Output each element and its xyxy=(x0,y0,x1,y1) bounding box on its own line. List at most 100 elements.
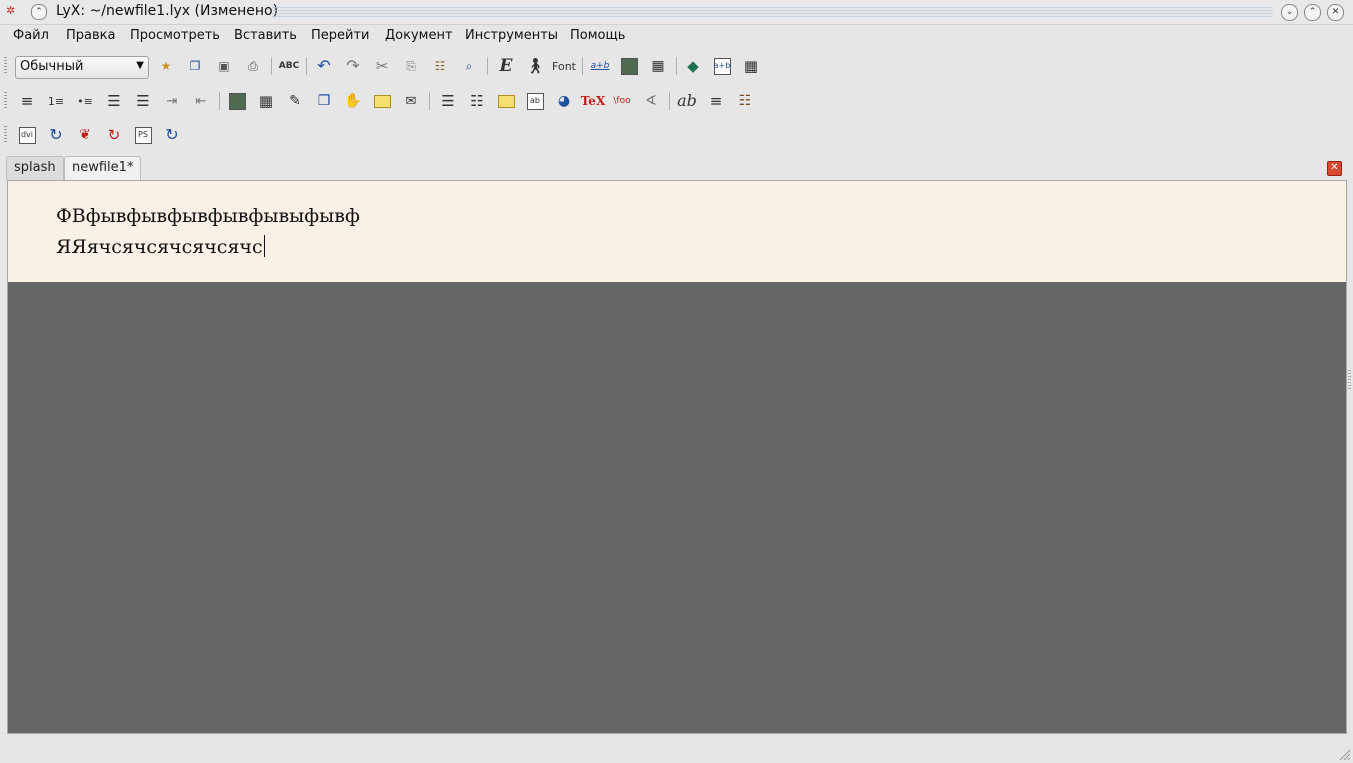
insert-macro-button[interactable]: \foo xyxy=(610,89,634,113)
align-justify-button[interactable]: ≡ xyxy=(15,89,39,113)
find-replace-button[interactable]: ⌕ xyxy=(457,54,481,78)
update-pdf-icon: ↻ xyxy=(107,125,121,144)
toolbar-grip[interactable] xyxy=(4,92,7,110)
pdf-icon: ❦ xyxy=(79,127,91,143)
table-panel-button[interactable]: ▦ xyxy=(739,54,763,78)
tab-splash[interactable]: splash xyxy=(6,156,64,180)
insert-marginal-button[interactable]: ❐ xyxy=(312,89,336,113)
insert-tex-button[interactable]: TeX xyxy=(581,89,606,113)
menu-navigate[interactable]: Перейти xyxy=(311,28,370,43)
view-toolbar: dvi ↻ ❦ ↻ PS ↻ xyxy=(0,120,1353,150)
resize-grip-icon[interactable] xyxy=(1338,748,1350,760)
minimize-button[interactable]: ⌄ xyxy=(1281,4,1298,21)
insert-label-button[interactable]: ✉ xyxy=(399,89,423,113)
pencil-icon: ✎ xyxy=(289,93,301,109)
box-icon: ab xyxy=(526,92,544,110)
new-document-button[interactable]: ★ xyxy=(154,54,178,78)
menu-edit[interactable]: Правка xyxy=(66,28,115,43)
document-tab-bar: splash newfile1* xyxy=(0,155,1353,180)
undo-button[interactable]: ↶ xyxy=(312,54,336,78)
font-ab-icon: ab xyxy=(677,91,697,110)
insert-index-button[interactable]: ☷ xyxy=(465,89,489,113)
update-pdf-button[interactable]: ↻ xyxy=(102,123,126,147)
update-dvi-button[interactable]: ↻ xyxy=(44,123,68,147)
insert-note-button[interactable] xyxy=(494,89,518,113)
insert-footnote-button[interactable]: ✎ xyxy=(283,89,307,113)
insert-table-button[interactable]: ▦ xyxy=(646,54,670,78)
spellcheck-button[interactable]: ABC xyxy=(277,54,301,78)
update-ps-button[interactable]: ↻ xyxy=(160,123,184,147)
numbered-list-button[interactable]: 1≡ xyxy=(44,89,68,113)
list-env-icon: ☰ xyxy=(136,91,150,110)
menu-view[interactable]: Просмотреть xyxy=(130,28,220,43)
book-open-icon: ❐ xyxy=(317,93,331,109)
toolbar-grip[interactable] xyxy=(4,126,7,144)
description-list-icon: ☰ xyxy=(107,91,121,110)
document-settings-button[interactable]: ☷ xyxy=(733,89,757,113)
graphics-icon xyxy=(620,57,638,75)
insert-table2-button[interactable]: ▦ xyxy=(254,89,278,113)
close-window-button[interactable]: ✕ xyxy=(1327,4,1344,21)
toc-button[interactable]: ◆ xyxy=(681,54,705,78)
toolbar-separator xyxy=(669,92,670,110)
insert-hyperlink-button[interactable]: ✋ xyxy=(341,89,365,113)
toolbar-separator xyxy=(487,57,488,75)
insert-ert-button[interactable]: ◕ xyxy=(552,89,576,113)
paste-icon: ☷ xyxy=(434,59,446,73)
view-ps-button[interactable]: PS xyxy=(131,123,155,147)
insert-toc-button[interactable]: ☰ xyxy=(436,89,460,113)
document-page[interactable]: ФВфывфывфывфывфывыфывф ЯЯячсячсячсячсячс xyxy=(8,181,1346,282)
emphasize-button[interactable]: E xyxy=(494,54,518,78)
toolbar-separator xyxy=(219,92,220,110)
description-list-button[interactable]: ☰ xyxy=(102,89,126,113)
menu-file[interactable]: Файл xyxy=(13,28,49,43)
noun-button[interactable]: 🚶︎ xyxy=(523,54,547,78)
cut-icon: ✂ xyxy=(375,56,389,75)
undo-icon: ↶ xyxy=(317,56,331,75)
open-document-icon: ❐ xyxy=(189,59,201,73)
menu-document[interactable]: Документ xyxy=(385,28,453,43)
menu-tools[interactable]: Инструменты xyxy=(465,28,558,43)
insert-image-button[interactable] xyxy=(225,89,249,113)
lyx-app-icon[interactable]: ✲ xyxy=(6,4,24,18)
indent-button[interactable]: ⇥ xyxy=(160,89,184,113)
splitter-handle[interactable] xyxy=(1348,370,1351,390)
editor-workarea[interactable]: ФВфывфывфывфывфывыфывф ЯЯячсячсячсячсячс xyxy=(7,180,1347,734)
menu-help[interactable]: Помощь xyxy=(570,28,625,43)
math-panel-button[interactable]: a+b xyxy=(710,54,734,78)
align-justify-icon: ≡ xyxy=(20,91,34,110)
insert-box-button[interactable]: ab xyxy=(523,89,547,113)
title-decoration xyxy=(272,7,1273,17)
copy-button[interactable]: ⎘ xyxy=(399,54,423,78)
toolbar-separator xyxy=(429,92,430,110)
insert-graphics-button[interactable] xyxy=(617,54,641,78)
text-style-button[interactable]: Font xyxy=(552,54,576,78)
paste-button[interactable]: ☷ xyxy=(428,54,452,78)
list-env-button[interactable]: ☰ xyxy=(131,89,155,113)
maximize-button[interactable]: ⌃ xyxy=(1304,4,1321,21)
toolbar-separator xyxy=(271,57,272,75)
open-book-icon: ☷ xyxy=(738,93,752,109)
change-font-button[interactable]: ab xyxy=(675,89,699,113)
save-button[interactable]: ▣ xyxy=(212,54,236,78)
bullet-list-button[interactable]: •≡ xyxy=(73,89,97,113)
menu-insert[interactable]: Вставить xyxy=(234,28,297,43)
print-button[interactable]: ⎙ xyxy=(241,54,265,78)
document-line-1[interactable]: ФВфывфывфывфывфывыфывф xyxy=(56,205,360,227)
paperclip-icon: ∢ xyxy=(645,93,657,109)
paragraph-settings-button[interactable]: ≡ xyxy=(704,89,728,113)
view-pdf-button[interactable]: ❦ xyxy=(73,123,97,147)
outdent-button[interactable]: ⇤ xyxy=(189,89,213,113)
view-dvi-button[interactable]: dvi xyxy=(15,123,39,147)
tab-newfile1[interactable]: newfile1* xyxy=(64,156,142,180)
document-line-2[interactable]: ЯЯячсячсячсячсячс xyxy=(56,235,265,258)
close-tab-button[interactable]: ✕ xyxy=(1327,161,1342,176)
numbered-list-icon: 1≡ xyxy=(47,94,65,108)
insert-include-button[interactable] xyxy=(370,89,394,113)
insert-math-button[interactable]: a+b xyxy=(588,54,612,78)
cut-button[interactable]: ✂ xyxy=(370,54,394,78)
insert-attachment-button[interactable]: ∢ xyxy=(639,89,663,113)
redo-button[interactable]: ↷ xyxy=(341,54,365,78)
keep-above-icon[interactable]: ⌃ xyxy=(31,4,47,20)
open-document-button[interactable]: ❐ xyxy=(183,54,207,78)
